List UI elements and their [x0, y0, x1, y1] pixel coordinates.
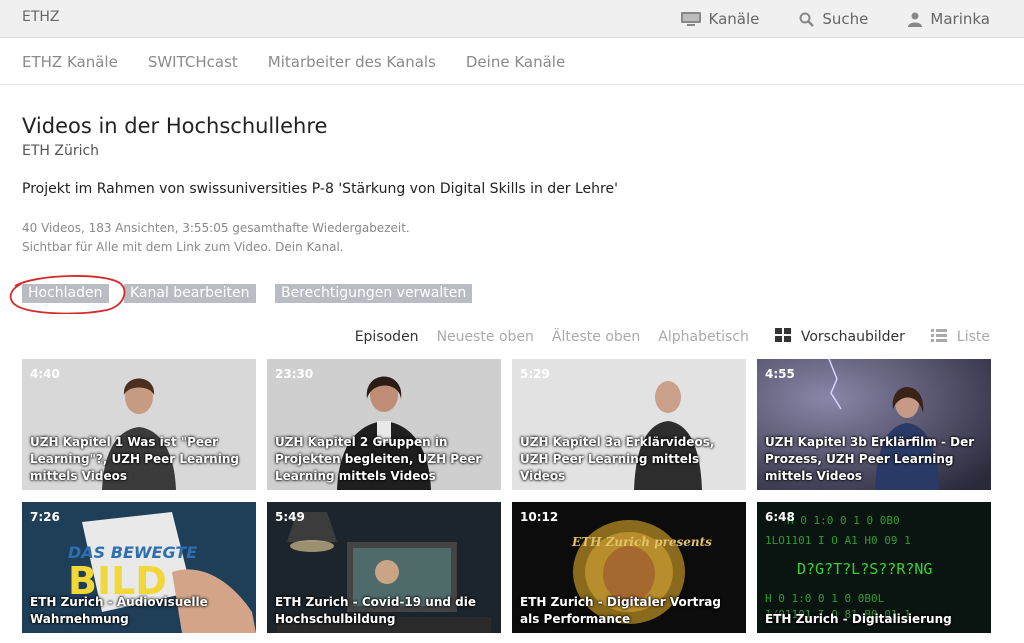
nav-channels[interactable]: Kanäle [680, 10, 760, 28]
user-icon [908, 12, 923, 27]
tv-icon [680, 12, 701, 26]
top-bar: ETHZ Kanäle Suche Marinka [0, 0, 1024, 38]
upload-button[interactable]: Hochladen [22, 284, 109, 303]
sort-bar: Episoden Neueste oben Älteste oben Alpha… [355, 328, 990, 346]
video-title: UZH Kapitel 3b Erklärfilm - Der Prozess,… [765, 435, 975, 483]
view-list-label: Liste [956, 329, 990, 345]
channel-description: Projekt im Rahmen von swissuniversities … [22, 181, 618, 197]
svg-text:1LO1101 I O A1 H0 09 1: 1LO1101 I O A1 H0 09 1 [765, 534, 911, 547]
view-list[interactable]: Liste [930, 328, 990, 346]
video-title: UZH Kapitel 2 Gruppen in Projekten begle… [275, 435, 482, 483]
sub-nav: ETHZ Kanäle SWITCHcast Mitarbeiter des K… [0, 39, 1024, 85]
video-duration: 7:26 [30, 510, 60, 524]
subnav-ethz-channels[interactable]: ETHZ Kanäle [22, 53, 118, 71]
video-card[interactable]: DAS BEWEGTE BILD 7:26 ETH Zurich - Audio… [22, 502, 256, 633]
video-title: UZH Kapitel 1 Was ist "Peer Learning"?, … [30, 435, 239, 483]
nav-channels-label: Kanäle [708, 10, 760, 28]
channel-organization: ETH Zürich [22, 143, 100, 159]
search-icon [799, 12, 815, 27]
top-nav: Kanäle Suche Marinka [680, 0, 990, 38]
page-title: Videos in der Hochschullehre [22, 114, 328, 138]
video-duration: 10:12 [520, 510, 559, 524]
video-card[interactable]: 4:40 UZH Kapitel 1 Was ist "Peer Learnin… [22, 359, 256, 490]
list-icon [930, 328, 947, 346]
channel-visibility: Sichtbar für Alle mit dem Link zum Video… [22, 240, 344, 254]
video-title: UZH Kapitel 3a Erklärvideos, UZH Peer Le… [520, 435, 715, 483]
video-card[interactable]: ETH Zurich presents 10:12 ETH Zurich - D… [512, 502, 746, 633]
nav-search-label: Suche [822, 10, 869, 28]
sort-label-episodes[interactable]: Episoden [355, 329, 419, 345]
sort-alphabetical[interactable]: Alphabetisch [658, 329, 749, 345]
svg-text:H 0 1:0 0 1 0 0B0L: H 0 1:0 0 1 0 0B0L [765, 592, 885, 605]
video-card[interactable]: H 0 1:0 0 1 0 0B0 1LO1101 I O A1 H0 09 1… [757, 502, 991, 633]
channel-stats: 40 Videos, 183 Ansichten, 3:55:05 gesamt… [22, 221, 410, 235]
subnav-channel-staff[interactable]: Mitarbeiter des Kanals [268, 53, 436, 71]
video-title: ETH Zurich - Covid-19 und die Hochschulb… [275, 595, 476, 626]
nav-user[interactable]: Marinka [908, 10, 990, 28]
sort-newest[interactable]: Neueste oben [437, 329, 534, 345]
edit-channel-button[interactable]: Kanal bearbeiten [124, 284, 256, 303]
subnav-switchcast[interactable]: SWITCHcast [148, 53, 238, 71]
video-title: ETH Zurich - Digitalisierung [765, 612, 952, 626]
view-thumbnails-label: Vorschaubilder [800, 329, 905, 345]
sort-oldest[interactable]: Älteste oben [552, 329, 640, 345]
video-card[interactable]: 5:49 ETH Zurich - Covid-19 und die Hochs… [267, 502, 501, 633]
video-title: ETH Zurich - Digitaler Vortrag als Perfo… [520, 595, 721, 626]
nav-user-label: Marinka [930, 10, 990, 28]
video-card[interactable]: 5:29 UZH Kapitel 3a Erklärvideos, UZH Pe… [512, 359, 746, 490]
video-card[interactable]: 23:30 UZH Kapitel 2 Gruppen in Projekten… [267, 359, 501, 490]
video-duration: 4:40 [30, 367, 60, 381]
nav-search[interactable]: Suche [799, 10, 868, 28]
video-duration: 6:48 [765, 510, 795, 524]
video-duration: 5:29 [520, 367, 550, 381]
subnav-my-channels[interactable]: Deine Kanäle [466, 53, 565, 71]
video-card[interactable]: 4:55 UZH Kapitel 3b Erklärfilm - Der Pro… [757, 359, 991, 490]
brand-logo[interactable]: ETHZ [22, 9, 60, 25]
video-duration: 4:55 [765, 367, 795, 381]
manage-permissions-button[interactable]: Berechtigungen verwalten [275, 284, 473, 303]
svg-text:H 0 1:0 0 1 0 0B0: H 0 1:0 0 1 0 0B0 [787, 514, 900, 527]
video-title: ETH Zurich - Audiovisuelle Wahrnehmung [30, 595, 208, 626]
thumb-text-banner: ETH Zurich presents [571, 535, 712, 549]
video-duration: 23:30 [275, 367, 314, 381]
video-duration: 5:49 [275, 510, 305, 524]
grid-icon [774, 328, 791, 346]
thumb-text-matrix: D?G?T?L?S??R?NG [797, 560, 932, 578]
view-thumbnails[interactable]: Vorschaubilder [774, 328, 905, 346]
